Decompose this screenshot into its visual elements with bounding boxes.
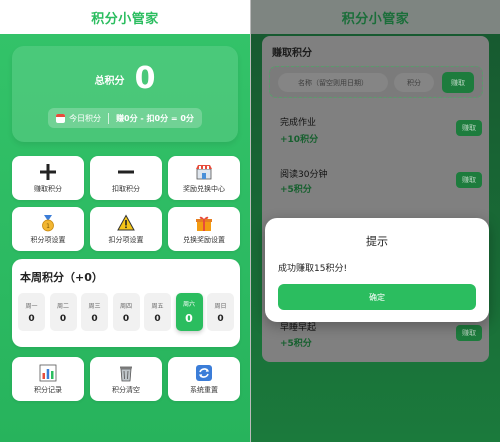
task-points: +5积分 <box>280 185 312 195</box>
weekly-points-card: 本周积分（+0） 周一 0 周二 0 周三 0 周四 0 周五 0 周六 0 周日 0 <box>12 259 240 347</box>
pill-divider <box>108 112 110 124</box>
points-history-label: 积分记录 <box>34 385 62 394</box>
clear-points-label: 积分清空 <box>112 385 140 394</box>
dialog-title: 提示 <box>366 235 388 248</box>
item-points-input[interactable]: 积分 <box>394 73 434 92</box>
day-wednesday[interactable]: 周三 0 <box>81 293 108 331</box>
task-name: 完成作业 <box>280 118 317 128</box>
plus-icon <box>39 163 57 181</box>
alert-dialog: 提示 成功赚取15积分! 确定 <box>265 218 489 322</box>
reward-center-label: 奖励兑换中心 <box>183 184 225 193</box>
day-value: 0 <box>185 312 193 325</box>
day-thursday[interactable]: 周四 0 <box>112 293 140 331</box>
day-name: 周二 <box>56 302 69 310</box>
today-points-pill: 今日积分 赚0分 - 扣0分 = 0分 <box>48 108 202 128</box>
app-title: 积分小管家 <box>341 11 410 27</box>
day-value: 0 <box>91 313 98 324</box>
day-value: 0 <box>122 313 130 324</box>
day-name: 周四 <box>119 302 132 310</box>
refresh-icon <box>195 364 213 382</box>
task-earn-button[interactable]: 赚取 <box>456 120 482 136</box>
chart-icon <box>39 364 57 382</box>
medal-icon: 1 <box>39 214 57 232</box>
today-points-label: 今日积分 <box>69 113 102 123</box>
earn-screen: 积分小管家 赚取积分 名称（留空则用日期） 积分 赚取 完成作业 +10积分 赚… <box>251 0 500 442</box>
clear-points-button[interactable]: 积分清空 <box>90 357 162 401</box>
points-item-settings-button[interactable]: 1 积分项设置 <box>12 207 84 251</box>
total-points-label: 总积分 <box>94 75 125 87</box>
reward-settings-button[interactable]: 兑换奖励设置 <box>168 207 240 251</box>
gift-icon <box>195 214 213 232</box>
task-earn-button[interactable]: 赚取 <box>456 172 482 188</box>
system-reset-button[interactable]: 系统重置 <box>168 357 240 401</box>
custom-earn-button[interactable]: 赚取 <box>442 72 474 93</box>
dialog-message: 成功赚取15积分! <box>278 264 348 274</box>
deduct-item-settings-button[interactable]: 扣分项设置 <box>90 207 162 251</box>
weekly-points-title: 本周积分（+0） <box>20 271 103 284</box>
svg-text:1: 1 <box>46 223 50 230</box>
item-name-input[interactable]: 名称（留空则用日期） <box>278 73 388 92</box>
points-history-button[interactable]: 积分记录 <box>12 357 84 401</box>
today-points-formula: 赚0分 - 扣0分 = 0分 <box>116 113 194 123</box>
day-value: 0 <box>217 313 224 324</box>
task-points: +10积分 <box>280 135 319 145</box>
day-friday[interactable]: 周五 0 <box>144 293 171 331</box>
total-points-row: 总积分 0 <box>12 64 238 94</box>
system-reset-label: 系统重置 <box>190 385 218 394</box>
weekday-list: 周一 0 周二 0 周三 0 周四 0 周五 0 周六 0 周日 0 <box>18 293 234 331</box>
day-name: 周六 <box>182 301 195 308</box>
app-bar: 积分小管家 <box>0 0 250 34</box>
shop-icon <box>195 163 213 181</box>
day-tuesday[interactable]: 周二 0 <box>49 293 77 331</box>
deduct-points-label: 扣取积分 <box>112 184 140 193</box>
day-name: 周日 <box>214 302 227 310</box>
day-value: 0 <box>28 313 35 324</box>
day-value: 0 <box>154 313 161 324</box>
app-bar-dimmed: 积分小管家 <box>251 0 500 34</box>
task-earn-button[interactable]: 赚取 <box>456 325 482 341</box>
reward-center-button[interactable]: 奖励兑换中心 <box>168 156 240 200</box>
warning-icon <box>117 213 135 232</box>
deduct-item-settings-label: 扣分项设置 <box>108 235 144 244</box>
day-name: 周一 <box>25 302 38 310</box>
task-points: +5积分 <box>280 339 312 349</box>
earn-points-button[interactable]: 赚取积分 <box>12 156 84 200</box>
day-name: 周三 <box>88 302 101 310</box>
app-root: 积分小管家 总积分 0 今日积分 赚0分 - 扣0分 = 0分 赚取积分 扣取积… <box>0 0 500 442</box>
minus-icon <box>117 163 135 181</box>
day-saturday-selected[interactable]: 周六 0 <box>175 293 203 331</box>
total-points-card: 总积分 0 今日积分 赚0分 - 扣0分 = 0分 <box>12 46 238 142</box>
day-monday[interactable]: 周一 0 <box>18 293 45 331</box>
day-value: 0 <box>59 313 67 324</box>
day-sunday[interactable]: 周日 0 <box>207 293 234 331</box>
dialog-confirm-button[interactable]: 确定 <box>278 284 476 310</box>
total-points-value: 0 <box>134 61 156 96</box>
custom-earn-row: 名称（留空则用日期） 积分 赚取 <box>269 66 483 98</box>
reward-settings-label: 兑换奖励设置 <box>183 235 225 244</box>
home-screen: 积分小管家 总积分 0 今日积分 赚0分 - 扣0分 = 0分 赚取积分 扣取积… <box>0 0 250 442</box>
action-grid-row3: 积分记录 积分清空 系统重置 <box>12 357 240 401</box>
trash-icon <box>117 364 135 382</box>
action-grid-row1: 赚取积分 扣取积分 奖励兑换中心 <box>12 156 240 200</box>
app-title: 积分小管家 <box>91 11 159 27</box>
earn-panel-title: 赚取积分 <box>272 48 312 59</box>
deduct-points-button[interactable]: 扣取积分 <box>90 156 162 200</box>
task-name: 阅读30分钟 <box>280 170 328 180</box>
day-name: 周五 <box>151 302 164 310</box>
earn-points-label: 赚取积分 <box>34 184 62 193</box>
calendar-icon <box>56 113 66 123</box>
points-item-settings-label: 积分项设置 <box>30 235 66 244</box>
action-grid-row2: 1 积分项设置 扣分项设置 兑换奖励设置 <box>12 207 240 251</box>
